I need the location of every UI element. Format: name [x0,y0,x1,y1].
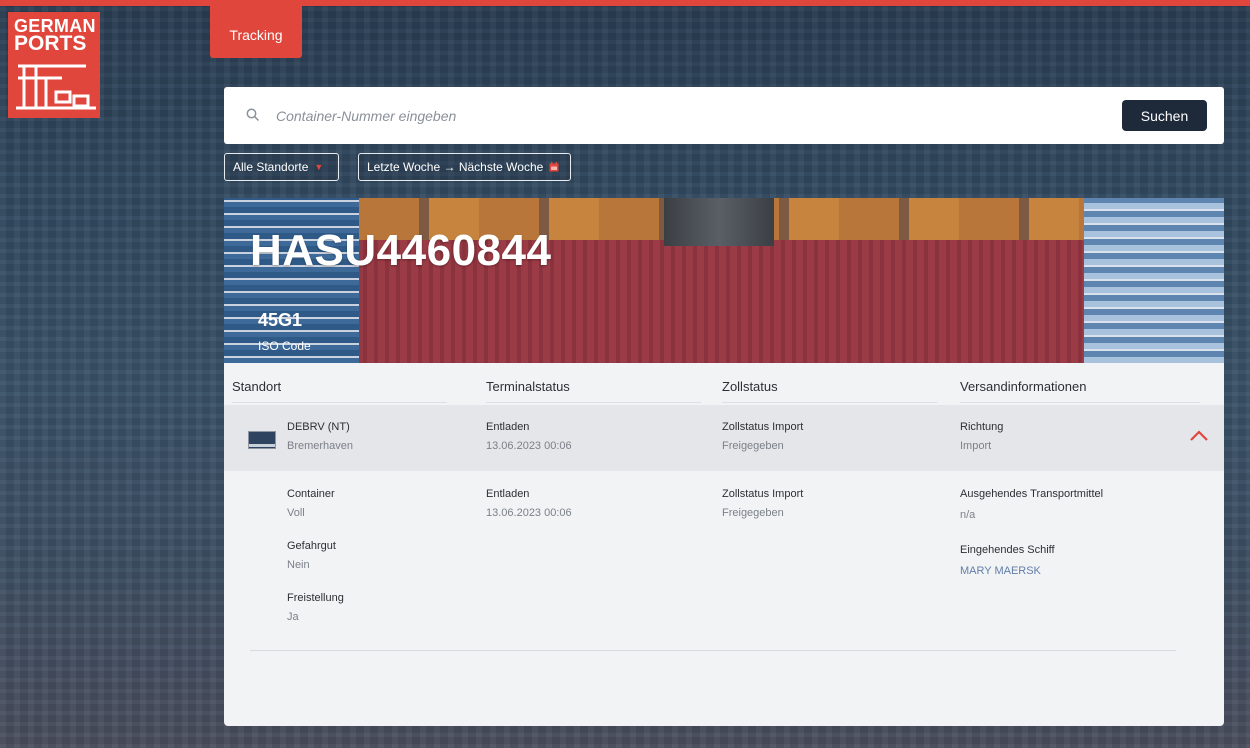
header-zollstatus: Zollstatus [722,379,937,403]
detail-incoming-value[interactable]: MARY MAERSK [960,564,1055,579]
hero-crane-gantry [664,198,774,246]
detail-outgoing-label: Ausgehendes Transportmittel [960,488,1104,500]
terminal-status-date: 13.06.2023 00:06 [486,440,572,452]
location-code: DEBRV (NT) [287,421,350,433]
detail-incoming-label: Eingehendes Schiff [960,544,1055,556]
detail-customs: Zollstatus Import Freigegeben [722,487,803,521]
calendar-icon [549,162,559,172]
detail-incoming-vessel: Eingehendes Schiff MARY MAERSK [960,543,1055,579]
location-name: Bremerhaven [287,440,354,452]
hero-container-stack-right [1084,198,1224,363]
direction-label: Richtung [960,421,1004,433]
iso-code-value: 45G1 [258,310,303,330]
container-result-card: HASU4460844 45G1 ISO Code Standort Termi… [224,198,1224,726]
detail-hazard-label: Gefahrgut [287,540,336,552]
header-standort: Standort [232,379,447,403]
detail-customs-title: Zollstatus Import [722,488,804,500]
detail-hazard: Gefahrgut Nein [287,539,336,573]
crane-icon [16,64,96,110]
container-hero-banner: HASU4460844 45G1 ISO Code [224,198,1224,363]
date-range-filter[interactable]: Letzte Woche → Nächste Woche [358,153,571,181]
date-range-label: Letzte Woche → Nächste Woche [367,160,544,174]
detail-container-value: Voll [287,507,305,519]
detail-hazard-value: Nein [287,559,310,571]
top-accent-bar [0,0,1250,6]
caret-down-icon: ▼ [314,162,324,172]
header-versandinformationen: Versandinformationen [960,379,1200,403]
details-divider [250,650,1176,651]
shipping-info-cell: Richtung Import [960,420,1003,454]
detail-terminal-date: 13.06.2023 00:06 [486,507,572,519]
search-button[interactable]: Suchen [1122,100,1207,131]
customs-status-cell: Zollstatus Import Freigegeben [722,420,803,454]
detail-customs-value: Freigegeben [722,507,784,519]
chevron-up-icon[interactable] [1189,428,1209,442]
customs-status-title: Zollstatus Import [722,421,804,433]
detail-release: Freistellung Ja [287,591,344,625]
terminal-status-cell: Entladen 13.06.2023 00:06 [486,420,572,454]
location-filter-dropdown[interactable]: Alle Standorte ▼ [224,153,339,181]
expanded-details: Container Voll Gefahrgut Nein Freistellu… [224,471,1224,671]
detail-terminal-title: Entladen [486,488,530,500]
detail-container: Container Voll [287,487,335,521]
table-row[interactable]: DEBRV (NT) Bremerhaven Entladen 13.06.20… [224,405,1224,471]
german-ports-logo[interactable]: GERMAN PORTS [8,12,100,118]
location-cell: DEBRV (NT) Bremerhaven [287,420,353,454]
location-filter-label: Alle Standorte [233,160,309,174]
detail-terminal: Entladen 13.06.2023 00:06 [486,487,572,521]
search-bar: Suchen [224,87,1224,144]
header-terminalstatus: Terminalstatus [486,379,701,403]
container-number-title: HASU4460844 [250,226,552,275]
direction-value: Import [960,440,992,452]
search-icon [246,108,260,122]
customs-status-value: Freigegeben [722,440,784,452]
terminal-status-title: Entladen [486,421,530,433]
iso-code-label: ISO Code [258,339,311,353]
table-header: Standort Terminalstatus Zollstatus Versa… [224,363,1224,403]
container-number-input[interactable] [276,101,1116,131]
detail-release-label: Freistellung [287,592,344,604]
tab-tracking[interactable]: Tracking [210,0,302,58]
detail-release-value: Ja [287,611,299,623]
detail-outgoing-transport: Ausgehendes Transportmittel n/a [960,487,1103,523]
logo-line2: PORTS [14,32,87,55]
detail-outgoing-value: n/a [960,509,976,521]
detail-container-label: Container [287,488,335,500]
location-flag-icon [248,431,276,449]
